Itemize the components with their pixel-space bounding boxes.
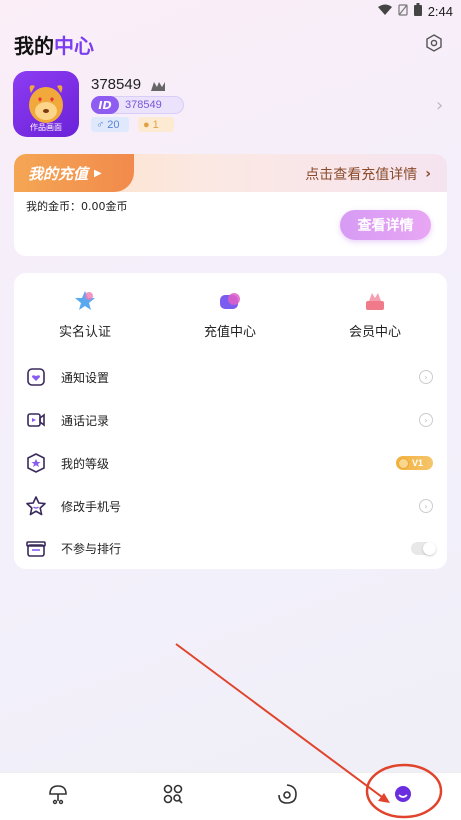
title-text: 我的 (14, 34, 54, 58)
settings-hexagon-icon[interactable] (423, 32, 445, 54)
star-outline-icon (25, 495, 47, 517)
status-bar: 2:44 (0, 0, 461, 22)
ranking-toggle[interactable] (411, 541, 436, 555)
id-value: 378549 (125, 99, 162, 111)
wallet-icon (218, 289, 242, 313)
planet-icon (47, 783, 69, 809)
coin-icon: ● (143, 118, 150, 131)
chevron-right-icon: › (419, 413, 433, 427)
menu-call-label: 通话记录 (61, 413, 110, 428)
menu-phone-label: 修改手机号 (61, 499, 122, 514)
recharge-card: 我的充值 ▶ 点击查看充值详情 › 我的金币：0.00金币 查看详情 (14, 154, 447, 256)
id-tag: ID (91, 96, 119, 114)
quick-verify-label: 实名认证 (58, 325, 111, 340)
quick-recharge[interactable]: 充值中心 (175, 289, 285, 340)
title-accent-text: 中心 (54, 34, 94, 58)
me-tab[interactable] (392, 785, 414, 807)
video-call-icon (25, 409, 47, 431)
quick-vip[interactable]: 会员中心 (320, 289, 430, 340)
battery-icon (413, 3, 422, 20)
menu-ranking-optout: 不参与排行 (14, 528, 447, 568)
play-arrow-icon: ▶ (94, 167, 102, 179)
recharge-tab-label: 我的充值 (28, 164, 89, 183)
smile-face-icon (393, 784, 413, 808)
chevron-right-icon[interactable]: › (436, 95, 443, 116)
quick-verify[interactable]: 实名认证 (30, 289, 140, 340)
menu-level-label: 我的等级 (61, 456, 110, 471)
level-star-icon (25, 452, 47, 474)
status-time: 2:44 (427, 4, 453, 19)
wifi-icon (377, 4, 392, 19)
page-title: 我的中心 (14, 30, 94, 59)
id-pill: ID 378549 (91, 96, 184, 114)
menu-ranking-label: 不参与排行 (61, 541, 122, 556)
chevron-right-icon: › (425, 166, 431, 182)
menu-notify-label: 通知设置 (61, 370, 110, 385)
likes-stat: ♂ 20 (91, 117, 129, 132)
star-badge-icon (73, 289, 97, 313)
recharge-link-label: 点击查看充值详情 (305, 167, 418, 183)
menu-my-level[interactable]: 我的等级 V1 (14, 443, 447, 483)
sim-icon (398, 3, 408, 20)
menu-card: 实名认证 充值中心 会员中心 通知设置 › 通话记录 › 我的等级 V1 修改手… (14, 273, 447, 569)
recharge-tab[interactable]: 我的充值 ▶ (14, 154, 134, 192)
chevron-right-icon: › (419, 370, 433, 384)
level-badge: V1 (396, 456, 433, 470)
username: 378549 (91, 76, 142, 93)
menu-change-phone[interactable]: 修改手机号 › (14, 486, 447, 526)
menu-notify-settings[interactable]: 通知设置 › (14, 357, 447, 397)
grid-search-icon (162, 783, 184, 809)
menu-call-history[interactable]: 通话记录 › (14, 400, 447, 440)
view-details-button[interactable]: 查看详情 (340, 210, 431, 240)
chevron-right-icon: › (419, 499, 433, 513)
recharge-header[interactable]: 我的充值 ▶ 点击查看充值详情 › (14, 154, 447, 192)
coins-stat: ● 1 (138, 117, 174, 132)
gender-badge-icon (150, 77, 166, 91)
coins-balance: 我的金币：0.00金币 (26, 200, 128, 213)
quick-vip-label: 会员中心 (348, 325, 401, 340)
shield-heart-icon (25, 366, 47, 388)
gift-box-icon (25, 537, 47, 559)
discover-tab[interactable] (162, 783, 184, 809)
quick-recharge-label: 充值中心 (203, 325, 256, 340)
avatar[interactable]: 作品画面 (13, 71, 79, 137)
home-tab[interactable] (47, 785, 69, 807)
level-medal-icon (398, 457, 409, 469)
bottom-tab-bar (0, 772, 461, 820)
likes-count: 20 (107, 118, 120, 131)
toggle-knob (423, 541, 436, 555)
recharge-detail-link[interactable]: 点击查看充值详情 › (305, 164, 431, 184)
heart-gem-icon: ♂ (96, 118, 105, 131)
level-value: V1 (412, 458, 424, 468)
spiral-icon (276, 783, 298, 809)
crown-icon (363, 289, 387, 313)
avatar-caption: 作品画面 (30, 123, 62, 132)
coins-count: 1 (152, 118, 159, 131)
moments-tab[interactable] (276, 783, 298, 809)
